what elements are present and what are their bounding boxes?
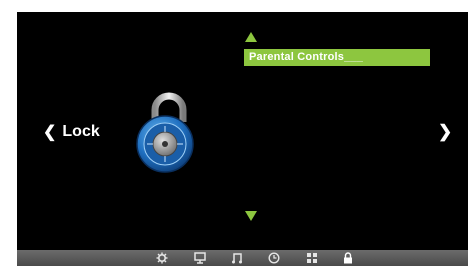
category-title: Lock — [62, 123, 100, 140]
previous-category-button[interactable]: ❮ Lock — [43, 122, 100, 142]
apps-grid-icon[interactable] — [305, 251, 319, 265]
menu-item-parental-controls[interactable]: Parental Controls___ — [244, 49, 430, 66]
music-note-icon[interactable] — [230, 251, 244, 265]
next-category-button[interactable]: ❯ — [438, 122, 452, 142]
scroll-up-arrow-icon[interactable] — [245, 32, 257, 42]
scroll-down-arrow-icon[interactable] — [245, 211, 257, 221]
lock-icon[interactable] — [341, 251, 355, 265]
clock-icon[interactable] — [267, 251, 281, 265]
gear-icon[interactable] — [155, 251, 169, 265]
combination-lock-icon — [136, 92, 194, 173]
tv-menu-screen: ❮ Lock ❯ Parental Controls___ — [17, 12, 468, 266]
chevron-left-icon: ❮ — [43, 124, 57, 141]
chevron-right-icon: ❯ — [438, 122, 453, 141]
monitor-icon[interactable] — [193, 251, 207, 265]
bottom-menu-bar — [17, 250, 468, 266]
